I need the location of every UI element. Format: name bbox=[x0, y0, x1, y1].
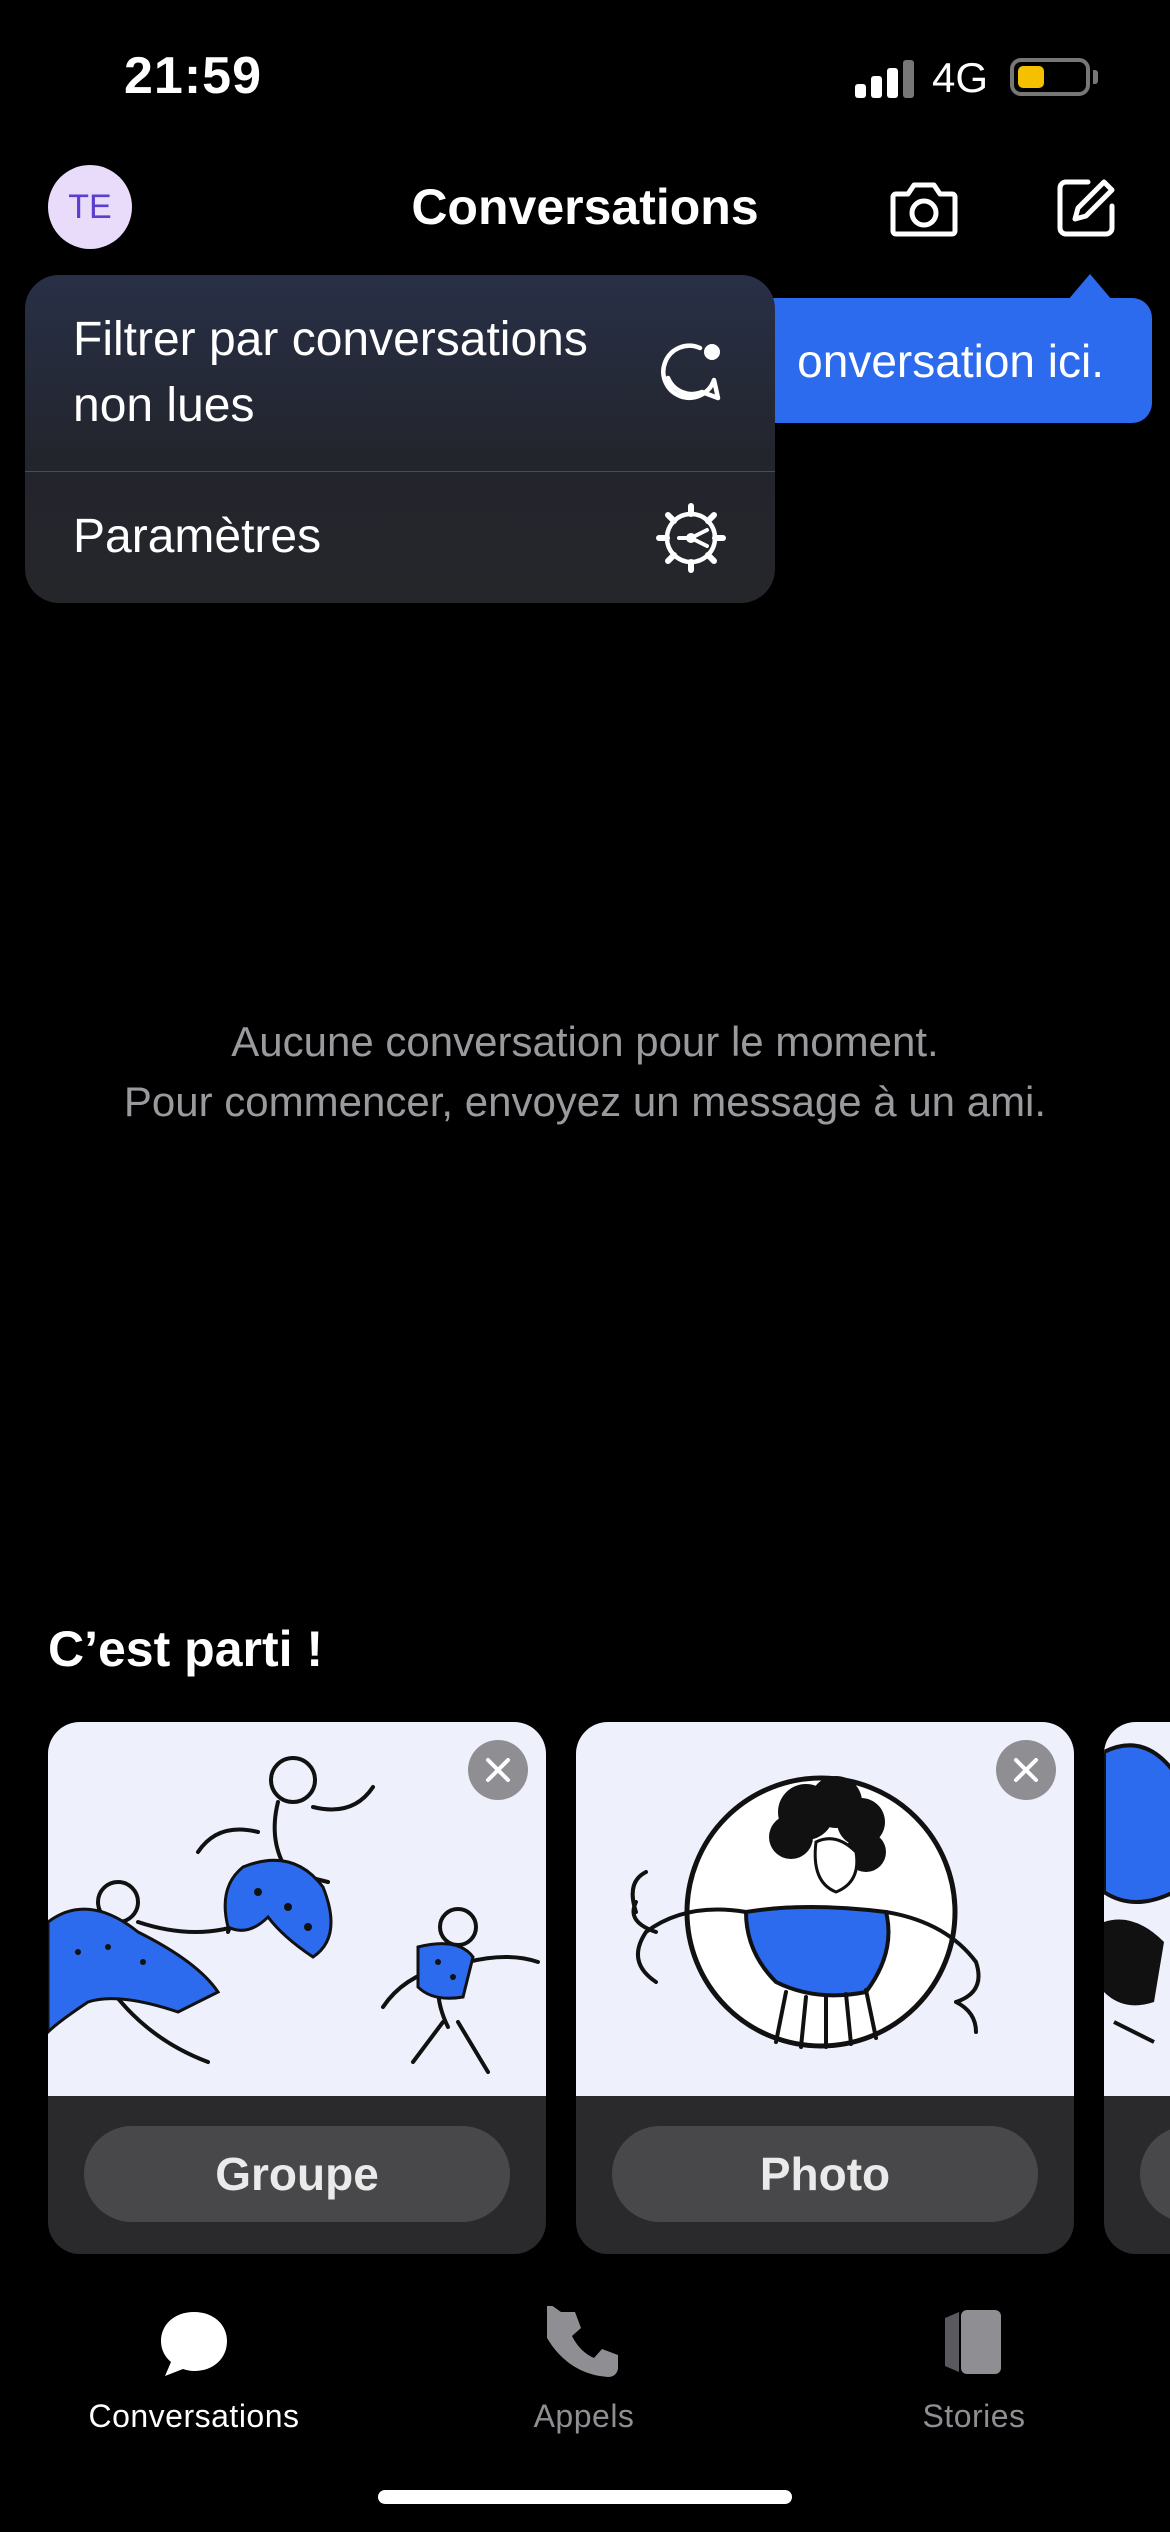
empty-state: Aucune conversation pour le moment. Pour… bbox=[0, 1012, 1170, 1132]
tab-conversations[interactable]: Conversations bbox=[44, 2300, 344, 2435]
next-card-illustration bbox=[1104, 1722, 1170, 2096]
battery-icon bbox=[1010, 58, 1090, 96]
screen: 21:59 4G TE Conversations onversation ic… bbox=[0, 0, 1170, 2532]
onboarding-card-photo[interactable]: Photo bbox=[576, 1722, 1074, 2254]
menu-item-settings[interactable]: Paramètres bbox=[25, 472, 775, 603]
tab-label: Stories bbox=[922, 2398, 1026, 2434]
status-time: 21:59 bbox=[124, 47, 262, 105]
tooltip-text: onversation ici. bbox=[797, 335, 1104, 387]
photo-illustration bbox=[576, 1722, 1074, 2096]
tooltip-arrow bbox=[1068, 274, 1112, 300]
chat-bubble-icon bbox=[161, 2312, 227, 2376]
empty-state-line-1: Aucune conversation pour le moment. bbox=[231, 1018, 939, 1065]
group-button[interactable]: Groupe bbox=[84, 2126, 510, 2222]
onboarding-card-next[interactable] bbox=[1104, 1722, 1170, 2254]
menu-item-filter-unread[interactable]: Filtrer par conversations non lues bbox=[25, 275, 775, 471]
signal-icon bbox=[855, 58, 915, 98]
tab-stories[interactable]: Stories bbox=[824, 2300, 1124, 2435]
compose-icon bbox=[1057, 179, 1115, 237]
battery-cap bbox=[1093, 70, 1098, 84]
onboarding-card-group[interactable]: Groupe bbox=[48, 1722, 546, 2254]
battery-level bbox=[1018, 66, 1044, 88]
unread-chat-icon bbox=[651, 333, 731, 413]
stories-icon bbox=[945, 2310, 1001, 2374]
close-button[interactable] bbox=[996, 1740, 1056, 1800]
group-illustration bbox=[48, 1722, 546, 2096]
tab-calls[interactable]: Appels bbox=[434, 2300, 734, 2435]
tab-label: Appels bbox=[533, 2398, 635, 2434]
context-menu: Filtrer par conversations non lues Param… bbox=[25, 275, 775, 603]
tab-label: Conversations bbox=[88, 2398, 300, 2434]
camera-icon bbox=[890, 182, 958, 237]
close-icon bbox=[486, 1758, 510, 1782]
page-title: Conversations bbox=[411, 179, 759, 235]
home-indicator[interactable] bbox=[378, 2490, 792, 2504]
close-icon bbox=[1014, 1758, 1038, 1782]
network-type: 4G bbox=[932, 54, 989, 101]
onboarding-title: C’est parti ! bbox=[48, 1621, 324, 1677]
camera-button[interactable] bbox=[884, 168, 964, 248]
gear-icon bbox=[651, 498, 731, 578]
empty-state-line-2: Pour commencer, envoyez un message à un … bbox=[123, 1078, 1047, 1125]
compose-button[interactable] bbox=[1046, 168, 1126, 248]
menu-item-label: Filtrer par conversations non lues bbox=[73, 313, 588, 432]
next-card-button[interactable] bbox=[1140, 2126, 1170, 2222]
photo-button[interactable]: Photo bbox=[612, 2126, 1038, 2222]
menu-item-label: Paramètres bbox=[73, 510, 322, 563]
close-button[interactable] bbox=[468, 1740, 528, 1800]
phone-icon bbox=[547, 2306, 618, 2377]
